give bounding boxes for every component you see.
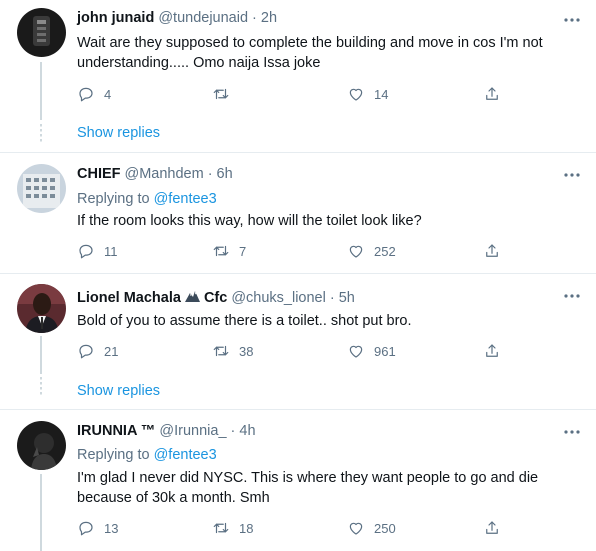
retweet-count: 38 xyxy=(239,343,254,359)
reply-count: 11 xyxy=(104,243,118,259)
thread-dotted-connector xyxy=(40,124,42,142)
heart-icon xyxy=(349,245,363,258)
retweet-count: 18 xyxy=(239,520,254,536)
reply-button[interactable]: 11 xyxy=(77,242,118,260)
more-icon[interactable] xyxy=(562,12,582,28)
replying-to-handle[interactable]: @fentee3 xyxy=(154,191,217,207)
share-button[interactable] xyxy=(483,519,501,537)
tweet-lionel-machala[interactable]: Lionel Machala Cfc @chuks_lionel · 5h Bo… xyxy=(0,274,596,407)
tweet-text: I'm glad I never did NYSC. This is where… xyxy=(77,470,539,506)
reply-icon xyxy=(79,521,93,536)
reply-icon xyxy=(79,344,93,359)
tweet-header: IRUNNIA ™ @Irunnia_ · 4h xyxy=(77,423,256,439)
retweet-icon xyxy=(213,345,229,357)
user-handle[interactable]: @Irunnia_ xyxy=(159,423,226,439)
reply-count: 21 xyxy=(104,343,119,359)
avatar[interactable] xyxy=(17,421,66,470)
tweet-text: If the room looks this way, how will the… xyxy=(77,213,422,229)
reply-count: 4 xyxy=(104,86,112,102)
tweet-header: CHIEF @Manhdem · 6h xyxy=(77,166,233,182)
replying-to: Replying to @fentee3 xyxy=(77,191,217,207)
share-icon xyxy=(486,87,498,100)
share-button[interactable] xyxy=(483,85,501,103)
user-handle[interactable]: @Manhdem xyxy=(125,166,204,182)
more-icon[interactable] xyxy=(562,288,582,304)
reply-icon xyxy=(79,87,93,102)
show-replies-link[interactable]: Show replies xyxy=(77,125,160,141)
more-icon[interactable] xyxy=(562,167,582,183)
share-button[interactable] xyxy=(483,342,501,360)
like-button[interactable]: 252 xyxy=(347,242,396,260)
tweet-john-junaid[interactable]: john junaid @tundejunaid · 2h Wait are t… xyxy=(0,0,596,150)
timestamp[interactable]: 6h xyxy=(217,166,233,182)
replying-to-label: Replying to xyxy=(77,447,150,463)
more-icon[interactable] xyxy=(562,424,582,440)
retweet-icon xyxy=(213,88,229,100)
tweet-actions: 11 7 252 xyxy=(77,242,507,264)
timestamp[interactable]: 4h xyxy=(239,423,255,439)
tweet-chief[interactable]: CHIEF @Manhdem · 6h Replying to @fentee3… xyxy=(0,153,596,273)
user-handle[interactable]: @chuks_lionel xyxy=(231,290,326,306)
reply-button[interactable]: 13 xyxy=(77,519,118,537)
tweet-actions: 21 38 961 xyxy=(77,342,507,364)
timestamp[interactable]: 2h xyxy=(261,10,277,26)
retweet-button[interactable]: 18 xyxy=(212,519,253,537)
retweet-button[interactable]: 38 xyxy=(212,342,253,360)
share-icon xyxy=(486,244,498,257)
reply-button[interactable]: 4 xyxy=(77,85,111,103)
avatar[interactable] xyxy=(17,8,66,57)
heart-icon xyxy=(349,345,363,358)
retweet-button[interactable] xyxy=(212,85,239,103)
heart-icon xyxy=(349,88,363,101)
replying-to-handle[interactable]: @fentee3 xyxy=(154,447,217,463)
like-button[interactable]: 14 xyxy=(347,85,388,103)
thread-connector xyxy=(40,336,42,374)
separator-dot: · xyxy=(207,166,213,182)
display-name[interactable]: IRUNNIA ™ xyxy=(77,423,155,439)
display-name[interactable]: Lionel Machala xyxy=(77,290,181,306)
replying-to: Replying to @fentee3 xyxy=(77,447,217,463)
like-button[interactable]: 961 xyxy=(347,342,396,360)
avatar[interactable] xyxy=(17,164,66,213)
share-button[interactable] xyxy=(483,242,501,260)
show-replies-link[interactable]: Show replies xyxy=(77,383,160,399)
tweet-header: john junaid @tundejunaid · 2h xyxy=(77,10,277,26)
tweet-header: Lionel Machala Cfc @chuks_lionel · 5h xyxy=(77,287,355,306)
share-icon xyxy=(486,344,498,357)
separator-dot: · xyxy=(230,423,236,439)
separator-dot: · xyxy=(252,10,257,26)
like-count: 250 xyxy=(374,520,396,536)
display-name[interactable]: john junaid xyxy=(77,10,154,26)
reply-button[interactable]: 21 xyxy=(77,342,118,360)
tweet-text: Wait are they supposed to complete the b… xyxy=(77,35,543,71)
thread-connector xyxy=(40,62,42,120)
retweet-button[interactable]: 7 xyxy=(212,242,246,260)
reply-count: 13 xyxy=(104,520,119,536)
avatar[interactable] xyxy=(17,284,66,333)
display-name-suffix[interactable]: Cfc xyxy=(204,290,227,306)
like-count: 961 xyxy=(374,343,396,359)
tweet-text: Bold of you to assume there is a toilet.… xyxy=(77,313,412,329)
eagle-emoji-icon xyxy=(184,289,201,304)
share-icon xyxy=(486,521,498,534)
replying-to-label: Replying to xyxy=(77,191,150,207)
reply-icon xyxy=(79,244,93,259)
display-name[interactable]: CHIEF xyxy=(77,166,121,182)
separator-dot: · xyxy=(329,290,335,306)
retweet-count: 7 xyxy=(239,243,247,259)
tweet-actions: 13 18 250 xyxy=(77,519,507,541)
timestamp[interactable]: 5h xyxy=(339,290,355,306)
retweet-icon xyxy=(213,245,229,257)
like-count: 14 xyxy=(374,86,389,102)
thread-dotted-connector xyxy=(40,377,42,395)
thread-connector xyxy=(40,474,42,551)
user-handle[interactable]: @tundejunaid xyxy=(158,10,248,26)
tweet-irunnia[interactable]: IRUNNIA ™ @Irunnia_ · 4h Replying to @fe… xyxy=(0,410,596,551)
tweet-actions: 4 14 xyxy=(77,85,507,107)
like-button[interactable]: 250 xyxy=(347,519,396,537)
retweet-icon xyxy=(213,522,229,534)
reply-timeline: john junaid @tundejunaid · 2h Wait are t… xyxy=(0,0,596,551)
like-count: 252 xyxy=(374,243,396,259)
heart-icon xyxy=(349,522,363,535)
